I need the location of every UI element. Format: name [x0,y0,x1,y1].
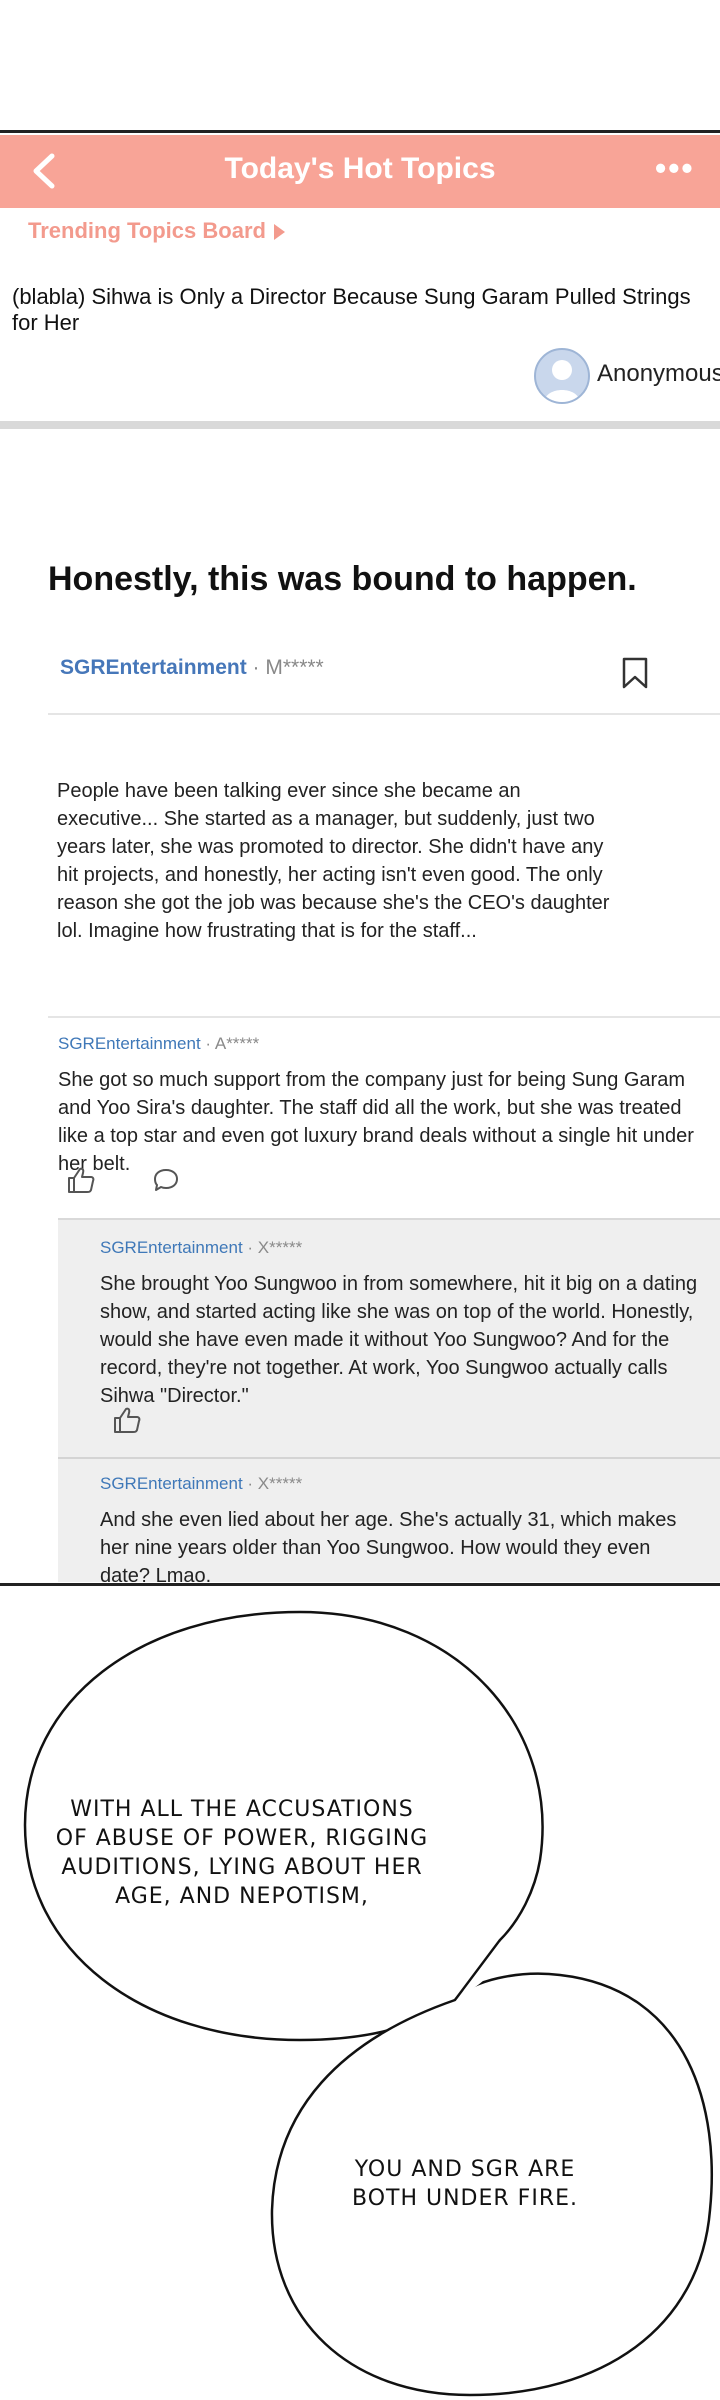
reply-text: And she even lied about her age. She's a… [100,1509,677,1587]
board-link-label: Trending Topics Board [28,218,266,243]
divider [58,1457,720,1459]
article-headline: Honestly, this was bound to happen. [48,560,637,598]
page-title: Today's Hot Topics [224,152,496,185]
comment-org[interactable]: SGREntertainment [58,1034,201,1053]
divider [48,713,720,715]
speech-bubble-text: WITH ALL THE ACCUSATIONS OF ABUSE OF POW… [55,1797,429,1909]
post-author[interactable]: Anonymous [597,360,720,388]
reply-meta: SGREntertainment · X***** [100,1238,302,1258]
comment-bubble-icon[interactable] [152,1167,180,1193]
divider [58,1218,720,1220]
article-body: People have been talking ever since she … [57,780,610,942]
reply-org[interactable]: SGREntertainment [100,1238,243,1257]
speech-bubble-text: YOU AND SGR ARE BOTH UNDER FIRE. [352,2157,578,2211]
caret-right-icon [273,224,285,241]
byline-user: · M***** [246,656,324,679]
article-byline: SGREntertainment · M***** [60,656,324,680]
more-options-button[interactable]: ••• [655,150,705,190]
section-divider [0,421,720,429]
reply-text: She brought Yoo Sungwoo in from somewher… [100,1273,698,1407]
bookmark-icon[interactable] [620,656,650,690]
byline-org[interactable]: SGREntertainment [60,656,247,679]
reply-org[interactable]: SGREntertainment [100,1474,243,1493]
user-icon [544,360,580,402]
reply-user: · X***** [242,1238,303,1257]
avatar[interactable] [534,348,590,404]
thumbs-up-icon[interactable] [66,1165,96,1195]
reply-meta: SGREntertainment · X***** [100,1474,302,1494]
board-breadcrumb-link[interactable]: Trending Topics Board [28,218,285,244]
comment-user: · A***** [200,1034,260,1053]
reply-user: · X***** [242,1474,303,1493]
comment-text: She got so much support from the company… [58,1069,694,1175]
post-title: (blabla) Sihwa is Only a Director Becaus… [12,284,691,335]
comment-meta: SGREntertainment · A***** [58,1034,259,1054]
speech-bubbles [23,1610,714,2397]
thumbs-up-icon[interactable] [112,1405,142,1435]
divider [48,1016,720,1018]
